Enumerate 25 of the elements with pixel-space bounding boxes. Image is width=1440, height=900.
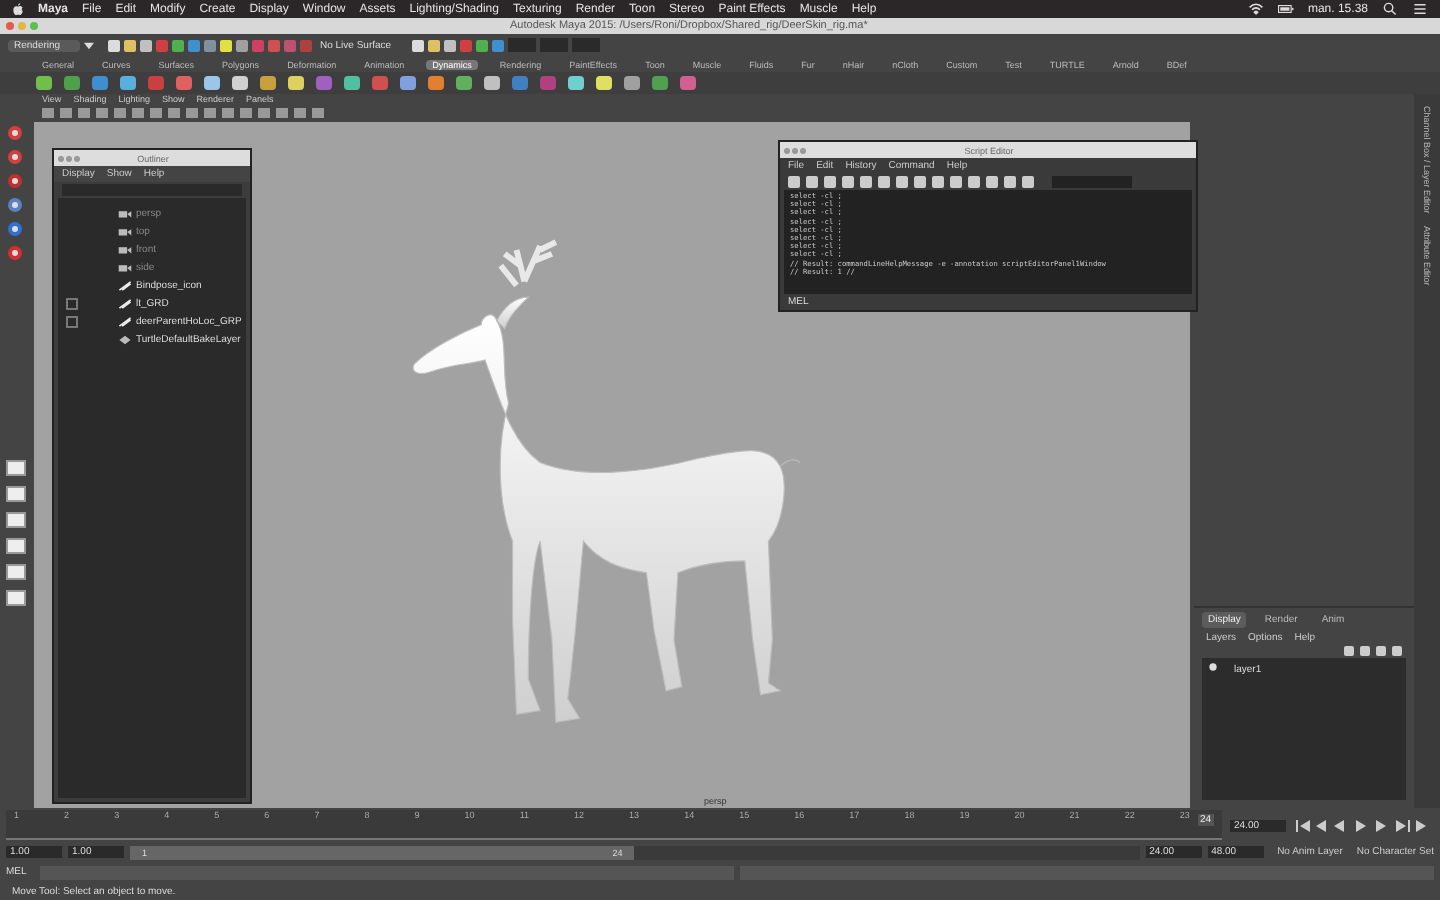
wifi-icon[interactable]: [1247, 2, 1264, 16]
apple-icon[interactable]: [12, 2, 24, 16]
input-field[interactable]: [507, 38, 536, 52]
input-field[interactable]: [571, 38, 600, 52]
window-buttons-icon[interactable]: [780, 147, 806, 153]
visibility-toggle[interactable]: [1208, 662, 1222, 676]
transform-icon: [118, 279, 132, 291]
camera-icon: [118, 225, 132, 237]
layer-icon: [118, 333, 132, 345]
list-icon[interactable]: [1412, 2, 1428, 16]
visible-icon: [1208, 662, 1218, 672]
window-buttons-icon[interactable]: [54, 155, 80, 161]
zoom-icon[interactable]: [30, 22, 38, 30]
close-icon[interactable]: [6, 22, 14, 30]
transform-icon: [118, 297, 132, 309]
camera-icon: [118, 243, 132, 255]
search-field[interactable]: [1052, 176, 1132, 188]
camera-icon: [118, 261, 132, 273]
search-icon[interactable]: [1382, 2, 1398, 16]
transform-icon: [118, 315, 132, 327]
filter-field[interactable]: [62, 184, 242, 196]
battery-icon[interactable]: [1277, 2, 1294, 16]
caret-icon[interactable]: [84, 41, 94, 49]
input-field[interactable]: [539, 38, 568, 52]
camera-icon: [118, 207, 132, 219]
